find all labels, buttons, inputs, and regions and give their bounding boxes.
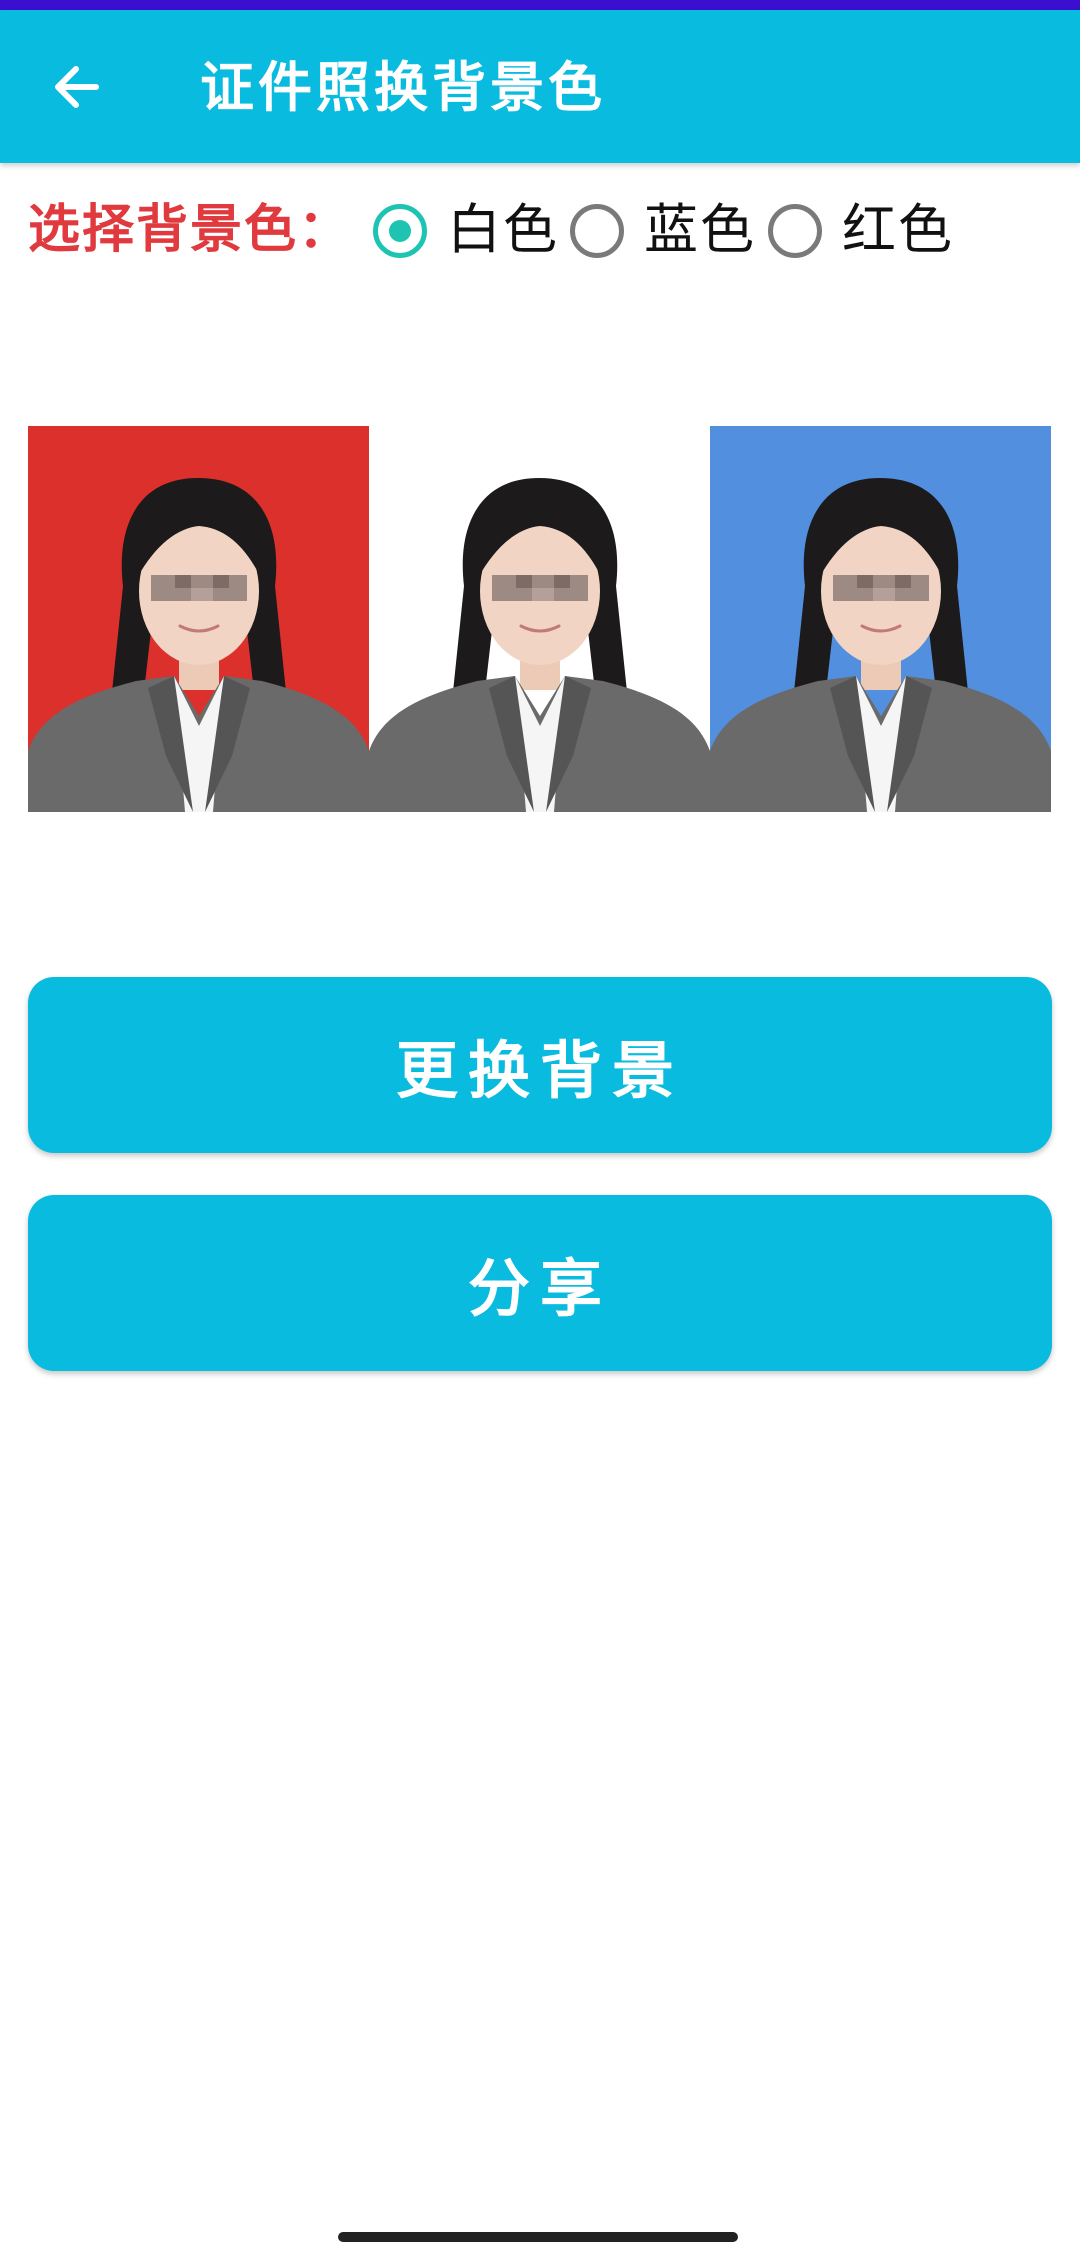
radio-blue-label: 蓝色 bbox=[644, 198, 756, 261]
radio-red-label: 红色 bbox=[842, 198, 954, 261]
radio-checked-icon bbox=[373, 204, 427, 258]
photo-red-background bbox=[28, 426, 369, 812]
page-title: 证件照换背景色 bbox=[200, 56, 606, 119]
radio-white-label: 白色 bbox=[447, 198, 559, 261]
status-bar bbox=[0, 0, 1080, 10]
photo-white-background bbox=[369, 426, 710, 812]
portrait-image bbox=[28, 426, 369, 812]
radio-unchecked-icon bbox=[570, 204, 624, 258]
photo-blue-background bbox=[710, 426, 1051, 812]
portrait-image bbox=[369, 426, 710, 812]
toolbar: 证件照换背景色 bbox=[0, 10, 1080, 163]
photo-preview-strip bbox=[28, 426, 1052, 812]
share-button[interactable]: 分享 bbox=[28, 1195, 1052, 1371]
home-indicator bbox=[338, 2232, 738, 2242]
change-background-button[interactable]: 更换背景 bbox=[28, 977, 1052, 1153]
arrow-left-icon bbox=[55, 66, 99, 108]
background-color-label: 选择背景色： bbox=[28, 200, 353, 260]
back-button[interactable] bbox=[40, 50, 114, 124]
radio-unchecked-icon bbox=[768, 204, 822, 258]
portrait-image bbox=[710, 426, 1051, 812]
